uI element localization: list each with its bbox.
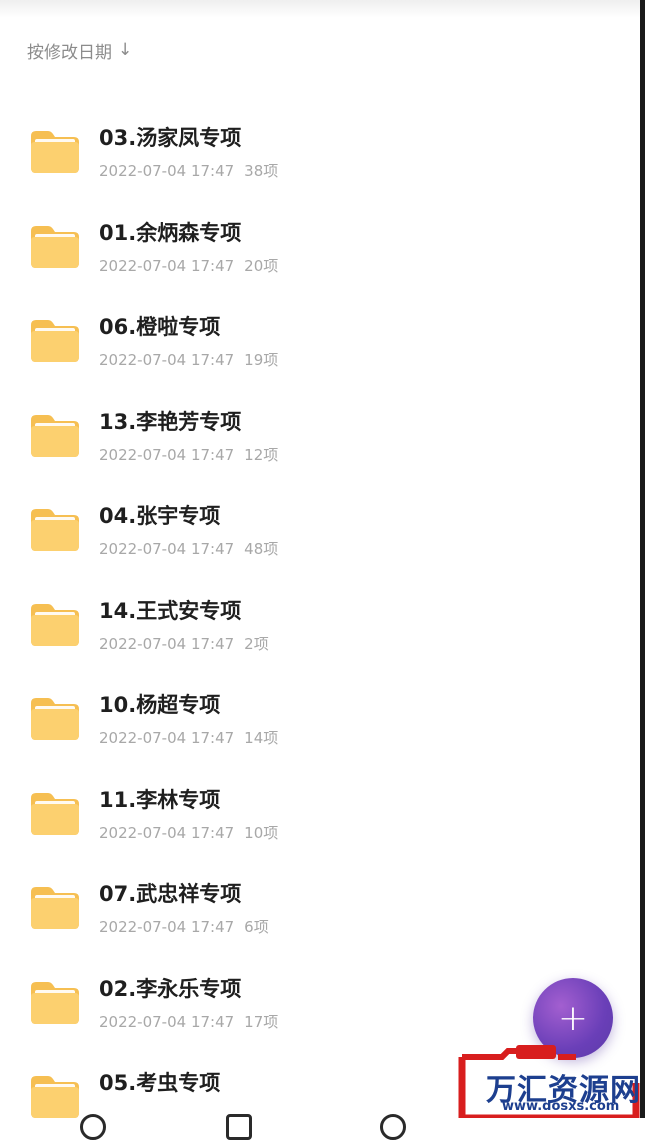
folder-item-count: 48项 [244,540,279,558]
folder-date: 2022-07-04 17:47 [99,823,235,842]
folder-name: 03.汤家凤专项 [99,126,242,150]
folder-date: 2022-07-04 17:47 [99,540,235,558]
folder-icon [29,601,81,647]
folder-meta: 2022-07-04 17:47 12项 [99,444,278,465]
folder-meta: 2022-07-04 17:47 17项 [99,1011,278,1032]
folder-icon [29,506,81,552]
folder-icon [29,979,81,1025]
folder-icon [29,412,81,458]
folder-date: 2022-07-04 17:47 [99,634,235,653]
sort-label: 按修改日期 [27,42,112,63]
folder-name: 14.王式安专项 [99,598,242,623]
folder-name: 06.橙啦专项 [99,315,221,339]
folder-date: 2022-07-04 17:47 [99,351,235,369]
sort-control[interactable]: 按修改日期 ↓ [27,36,132,64]
folder-row[interactable]: 14.王式安专项 2022-07-04 17:47 2项 [0,577,640,671]
folder-icon [29,790,81,836]
screen-edge [640,0,645,1118]
folder-item-count: 10项 [244,823,279,842]
plus-icon: + [557,997,589,1039]
folder-item-count: 20项 [244,256,279,275]
folder-date: 2022-07-04 17:47 [99,445,235,464]
folder-name: 07.武忠祥专项 [99,882,242,906]
folder-row[interactable]: 13.李艳芳专项 2022-07-04 17:47 12项 [0,388,640,482]
folder-item-count: 38项 [244,162,279,180]
folder-item-count: 6项 [244,918,269,936]
folder-date: 2022-07-04 17:47 [99,918,235,936]
folder-meta: 2022-07-04 17:47 20项 [99,255,278,276]
folder-row[interactable]: 01.余炳森专项 2022-07-04 17:47 20项 [0,199,640,293]
folder-date: 2022-07-04 17:47 [99,1012,235,1031]
folder-date: 2022-07-04 17:47 [99,256,235,275]
folder-meta: 2022-07-04 17:47 10项 [99,822,278,843]
folder-name: 10.杨超专项 [99,693,221,717]
folder-icon [29,128,81,174]
folder-meta: 2022-07-04 17:47 2项 [99,633,269,654]
folder-name: 02.李永乐专项 [99,976,242,1001]
folder-row[interactable]: 06.橙啦专项 2022-07-04 17:47 19项 [0,293,640,387]
arrow-down-icon: ↓ [118,40,133,60]
folder-meta: 2022-07-04 17:47 19项 [99,349,278,370]
folder-row[interactable]: 07.武忠祥专项 2022-07-04 17:47 6项 [0,860,640,954]
folder-icon [29,223,81,269]
watermark-logo: 万汇资源网 www.dosxs.com [458,1043,640,1122]
folder-row[interactable]: 11.李林专项 2022-07-04 17:47 10项 [0,766,640,860]
folder-item-count: 14项 [244,729,279,747]
folder-item-count: 2项 [244,634,269,653]
folder-icon [29,317,81,363]
folder-meta: 2022-07-04 17:47 38项 [99,160,278,181]
folder-icon [29,884,81,930]
folder-row[interactable]: 10.杨超专项 2022-07-04 17:47 14项 [0,671,640,765]
folder-icon [29,695,81,741]
folder-name: 04.张宇专项 [99,504,221,528]
folder-name: 01.余炳森专项 [99,220,242,245]
folder-date: 2022-07-04 17:47 [99,162,235,180]
folder-meta: 2022-07-04 17:47 6项 [99,916,269,937]
folder-name: 13.李艳芳专项 [99,409,242,434]
folder-item-count: 19项 [244,351,279,369]
folder-item-count: 17项 [244,1012,279,1031]
folder-meta: 2022-07-04 17:47 14项 [99,727,278,748]
folder-row[interactable]: 04.张宇专项 2022-07-04 17:47 48项 [0,482,640,576]
folder-name: 05.考虫专项 [99,1071,221,1095]
folder-meta: 2022-07-04 17:47 48项 [99,538,278,559]
folder-row[interactable]: 03.汤家凤专项 2022-07-04 17:47 38项 [0,104,640,198]
folder-name: 11.李林专项 [99,787,221,812]
folder-date: 2022-07-04 17:47 [99,729,235,747]
bottom-nav [0,1108,640,1140]
folder-item-count: 12项 [244,445,279,464]
top-bar-shadow [0,0,640,18]
